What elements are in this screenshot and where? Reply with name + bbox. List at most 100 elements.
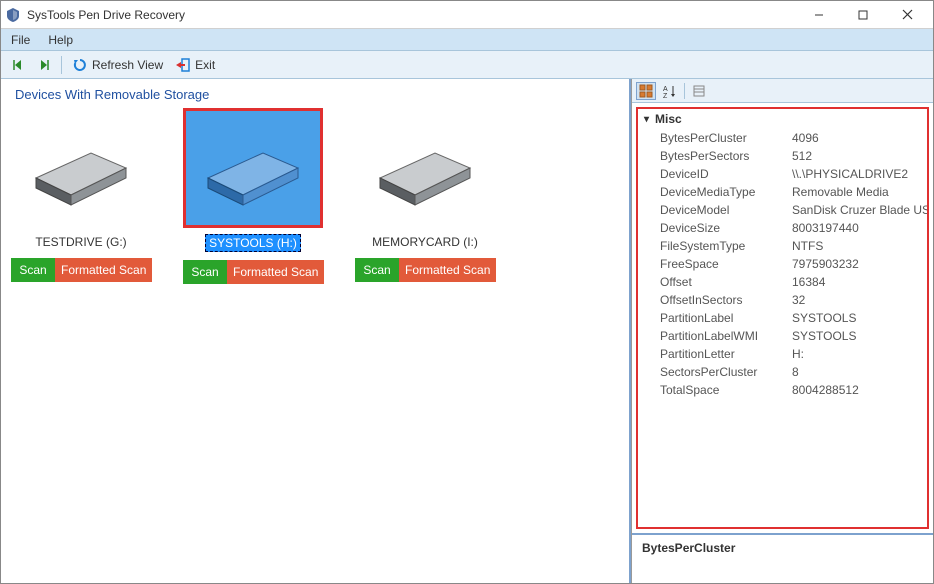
property-row[interactable]: DeviceID\\.\PHYSICALDRIVE2 <box>638 165 927 183</box>
property-key: DeviceMediaType <box>660 185 792 199</box>
titlebar: SysTools Pen Drive Recovery <box>1 1 933 29</box>
window-controls <box>797 2 929 28</box>
device-label: TESTDRIVE (G:) <box>32 234 129 250</box>
menubar: File Help <box>1 29 933 51</box>
device-memorycard[interactable]: MEMORYCARD (I:) Scan Formatted Scan <box>355 108 495 284</box>
property-row[interactable]: SectorsPerCluster8 <box>638 363 927 381</box>
category-label: Misc <box>655 112 682 126</box>
properties-toolbar: AZ <box>632 79 933 103</box>
properties-grid[interactable]: ▾ Misc BytesPerCluster4096BytesPerSector… <box>636 107 929 529</box>
nav-back-button[interactable] <box>7 56 29 74</box>
refresh-icon <box>72 57 88 73</box>
property-value: SYSTOOLS <box>792 311 927 325</box>
prop-toolbar-separator <box>684 83 685 99</box>
alphabetical-button[interactable]: AZ <box>660 82 680 100</box>
drive-icon <box>370 123 480 213</box>
property-value: H: <box>792 347 927 361</box>
property-row[interactable]: DeviceSize8003197440 <box>638 219 927 237</box>
property-key: Offset <box>660 275 792 289</box>
property-value: 4096 <box>792 131 927 145</box>
property-value: 32 <box>792 293 927 307</box>
device-testdrive[interactable]: TESTDRIVE (G:) Scan Formatted Scan <box>11 108 151 284</box>
scan-button[interactable]: Scan <box>355 258 399 282</box>
device-label: MEMORYCARD (I:) <box>369 234 481 250</box>
property-key: DeviceModel <box>660 203 792 217</box>
property-row[interactable]: FreeSpace7975903232 <box>638 255 927 273</box>
exit-button[interactable]: Exit <box>171 55 219 75</box>
window-title: SysTools Pen Drive Recovery <box>27 8 797 22</box>
property-category-misc[interactable]: ▾ Misc <box>638 109 927 129</box>
property-row[interactable]: Offset16384 <box>638 273 927 291</box>
device-buttons: Scan Formatted Scan <box>355 258 495 282</box>
property-description-title: BytesPerCluster <box>642 541 735 555</box>
property-value: 8003197440 <box>792 221 927 235</box>
minimize-button[interactable] <box>797 2 841 28</box>
exit-label: Exit <box>195 58 215 72</box>
scan-button[interactable]: Scan <box>11 258 55 282</box>
property-row[interactable]: BytesPerSectors512 <box>638 147 927 165</box>
property-value: 512 <box>792 149 927 163</box>
property-row[interactable]: DeviceModelSanDisk Cruzer Blade USB Devi <box>638 201 927 219</box>
toolbar: Refresh View Exit <box>1 51 933 79</box>
devices-section-title: Devices With Removable Storage <box>11 87 619 102</box>
property-key: DeviceSize <box>660 221 792 235</box>
refresh-label: Refresh View <box>92 58 163 72</box>
property-value: \\.\PHYSICALDRIVE2 <box>792 167 927 181</box>
device-thumb <box>183 108 323 228</box>
property-key: OffsetInSectors <box>660 293 792 307</box>
formatted-scan-button[interactable]: Formatted Scan <box>227 260 324 284</box>
maximize-button[interactable] <box>841 2 885 28</box>
drive-icon <box>26 123 136 213</box>
property-value: 8004288512 <box>792 383 927 397</box>
property-row[interactable]: PartitionLabelWMISYSTOOLS <box>638 327 927 345</box>
property-key: BytesPerSectors <box>660 149 792 163</box>
categorized-button[interactable] <box>636 82 656 100</box>
main-area: Devices With Removable Storage TESTDRIVE… <box>1 79 933 583</box>
property-row[interactable]: DeviceMediaTypeRemovable Media <box>638 183 927 201</box>
device-buttons: Scan Formatted Scan <box>11 258 151 282</box>
property-value: 7975903232 <box>792 257 927 271</box>
device-systools[interactable]: SYSTOOLS (H:) Scan Formatted Scan <box>183 108 323 284</box>
toolbar-separator <box>61 56 62 74</box>
property-key: FreeSpace <box>660 257 792 271</box>
property-key: DeviceID <box>660 167 792 181</box>
exit-icon <box>175 57 191 73</box>
property-key: PartitionLabel <box>660 311 792 325</box>
property-description: BytesPerCluster <box>632 533 933 583</box>
property-value: SanDisk Cruzer Blade USB Devi <box>792 203 927 217</box>
formatted-scan-button[interactable]: Formatted Scan <box>55 258 152 282</box>
svg-text:A: A <box>663 86 668 93</box>
nav-forward-button[interactable] <box>33 56 55 74</box>
property-value: NTFS <box>792 239 927 253</box>
property-key: PartitionLabelWMI <box>660 329 792 343</box>
scan-button[interactable]: Scan <box>183 260 227 284</box>
property-row[interactable]: FileSystemTypeNTFS <box>638 237 927 255</box>
svg-text:Z: Z <box>663 93 668 98</box>
property-row[interactable]: PartitionLetterH: <box>638 345 927 363</box>
formatted-scan-button[interactable]: Formatted Scan <box>399 258 496 282</box>
menu-help[interactable]: Help <box>48 33 73 47</box>
app-icon <box>5 7 21 23</box>
menu-file[interactable]: File <box>11 33 30 47</box>
property-row[interactable]: PartitionLabelSYSTOOLS <box>638 309 927 327</box>
property-pages-button[interactable] <box>689 82 709 100</box>
property-key: TotalSpace <box>660 383 792 397</box>
device-label: SYSTOOLS (H:) <box>205 234 301 252</box>
property-value: 8 <box>792 365 927 379</box>
close-button[interactable] <box>885 2 929 28</box>
property-row[interactable]: OffsetInSectors32 <box>638 291 927 309</box>
device-thumb <box>11 108 151 228</box>
property-row[interactable]: BytesPerCluster4096 <box>638 129 927 147</box>
device-buttons: Scan Formatted Scan <box>183 260 323 284</box>
property-value: 16384 <box>792 275 927 289</box>
chevron-down-icon: ▾ <box>644 114 649 125</box>
property-row[interactable]: TotalSpace8004288512 <box>638 381 927 399</box>
properties-panel: AZ ▾ Misc BytesPerCluster4096BytesPerSec… <box>631 79 933 583</box>
drive-icon <box>198 123 308 213</box>
property-key: BytesPerCluster <box>660 131 792 145</box>
property-value: Removable Media <box>792 185 927 199</box>
property-key: SectorsPerCluster <box>660 365 792 379</box>
device-thumb <box>355 108 495 228</box>
refresh-button[interactable]: Refresh View <box>68 55 167 75</box>
devices-panel: Devices With Removable Storage TESTDRIVE… <box>1 79 631 583</box>
